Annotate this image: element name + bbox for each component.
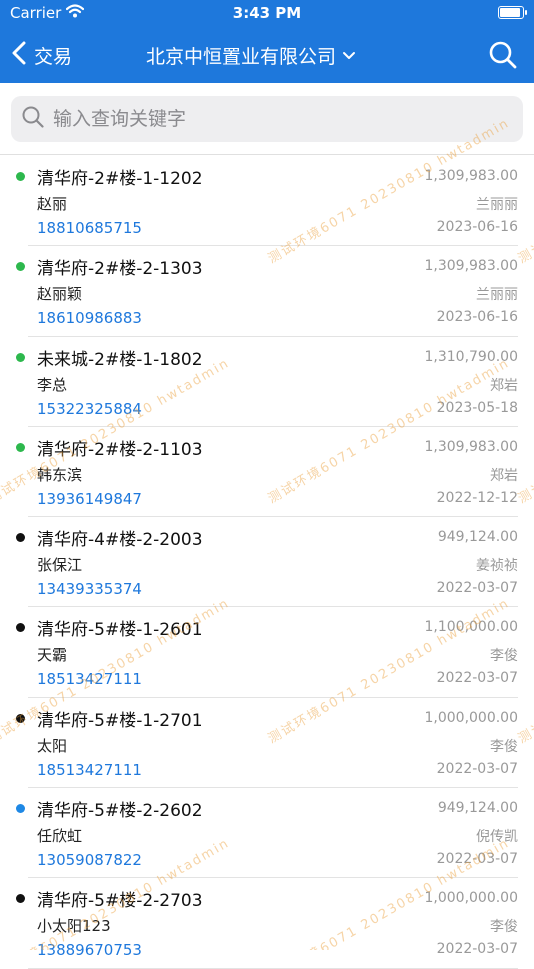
search-area: [0, 83, 534, 155]
price: 1,100,000.00: [424, 619, 518, 636]
phone-link[interactable]: 18513427111: [37, 670, 142, 688]
transaction-date: 2022-03-07: [436, 851, 518, 868]
customer-name: 李总: [37, 375, 68, 394]
transaction-row[interactable]: 清华府-5#楼-2-2602 949,124.00 任欣虹 倪传凯 1305908782…: [0, 788, 534, 879]
unit-name: 清华府-4#楼-2-2003: [37, 530, 203, 551]
search-icon: [21, 105, 45, 133]
status-dot: [16, 442, 25, 452]
phone-link[interactable]: 13439335374: [37, 580, 142, 598]
transaction-list: 清华府-2#楼-1-1202 1,309,983.00 赵丽 兰丽丽 188106857…: [0, 156, 534, 969]
status-dot: [16, 352, 25, 362]
price: 1,309,983.00: [424, 438, 518, 455]
transaction-row[interactable]: 清华府-4#楼-2-2003 949,124.00 张保江 姜祯祯 1343933537…: [0, 517, 534, 608]
agent-name: 兰丽丽: [476, 197, 518, 213]
unit-name: 未来城-2#楼-1-1802: [37, 349, 203, 370]
status-bar: Carrier 3:43 PM: [0, 0, 534, 28]
status-dot: [16, 623, 25, 633]
status-dot: [16, 172, 25, 181]
price: 949,124.00: [437, 800, 518, 817]
chevron-left-icon: [12, 41, 26, 69]
agent-name: 李俊: [490, 648, 518, 665]
transaction-row[interactable]: 清华府-5#楼-1-2601 1,100,000.00 天霸 李俊 1851342711…: [0, 607, 534, 698]
transaction-date: 2022-03-07: [436, 760, 518, 777]
price: 1,309,983.00: [424, 258, 518, 275]
navigation-bar: 交易 北京中恒置业有限公司: [0, 28, 534, 83]
company-name: 北京中恒置业有限公司: [146, 46, 337, 68]
transaction-row[interactable]: 未来城-2#楼-1-1802 1,310,790.00 李总 郑岩 1532232588…: [0, 337, 534, 427]
agent-name: 李俊: [490, 919, 518, 936]
customer-name: 张保江: [37, 556, 83, 575]
agent-name: 倪传凯: [476, 829, 518, 846]
phone-link[interactable]: 15322325884: [37, 400, 142, 418]
unit-name: 清华府-5#楼-2-2602: [37, 801, 203, 822]
agent-name: 郑岩: [490, 377, 518, 394]
transaction-date: 2022-12-12: [436, 489, 518, 506]
customer-name: 韩东滨: [37, 465, 83, 484]
agent-name: 郑岩: [490, 467, 518, 484]
customer-name: 小太阳123: [37, 917, 111, 936]
price: 949,124.00: [437, 529, 518, 546]
customer-name: 赵丽: [37, 195, 68, 213]
price: 1,000,000.00: [424, 709, 518, 726]
search-box[interactable]: [11, 96, 523, 142]
back-button[interactable]: 交易: [12, 38, 72, 72]
agent-name: 李俊: [490, 738, 518, 755]
transaction-date: 2023-06-16: [436, 219, 518, 235]
agent-name: 兰丽丽: [476, 287, 518, 304]
price: 1,309,983.00: [424, 168, 518, 184]
transaction-date: 2022-03-07: [436, 580, 518, 597]
price: 1,000,000.00: [424, 890, 518, 907]
search-input[interactable]: [53, 108, 493, 130]
unit-name: 清华府-2#楼-1-1202: [37, 169, 203, 189]
customer-name: 天霸: [37, 646, 68, 665]
unit-name: 清华府-5#楼-2-2703: [37, 891, 203, 912]
transaction-row[interactable]: 清华府-2#楼-1-1202 1,309,983.00 赵丽 兰丽丽 188106857…: [0, 156, 534, 247]
transaction-date: 2022-03-07: [436, 670, 518, 687]
status-dot: [16, 262, 25, 272]
unit-name: 清华府-5#楼-1-2701: [37, 710, 203, 731]
transaction-row[interactable]: 清华府-2#楼-2-1103 1,309,983.00 韩东滨 郑岩 139361498…: [0, 427, 534, 518]
phone-link[interactable]: 18810685715: [37, 219, 142, 237]
transaction-date: 2023-06-16: [436, 309, 518, 326]
battery-icon: [498, 6, 527, 19]
search-icon: [488, 41, 518, 74]
phone-link[interactable]: 13059087822: [37, 851, 142, 869]
search-button[interactable]: [488, 40, 518, 74]
phone-link[interactable]: 13889670753: [37, 941, 142, 959]
transaction-date: 2023-05-18: [436, 399, 518, 416]
unit-name: 清华府-5#楼-1-2601: [37, 620, 203, 641]
chevron-down-icon: [342, 46, 356, 65]
status-dot: [16, 533, 25, 543]
customer-name: 太阳: [37, 736, 68, 755]
agent-name: 姜祯祯: [476, 558, 518, 575]
company-selector[interactable]: 北京中恒置业有限公司: [146, 42, 356, 69]
transaction-row[interactable]: 清华府-5#楼-2-2703 1,000,000.00 小太阳123 李俊 138896…: [0, 878, 534, 969]
customer-name: 任欣虹: [37, 827, 83, 846]
transaction-date: 2022-03-07: [436, 941, 518, 958]
transaction-row[interactable]: 清华府-2#楼-2-1303 1,309,983.00 赵丽颖 兰丽丽 18610986…: [0, 246, 534, 337]
clock: 3:43 PM: [232, 4, 302, 22]
unit-name: 清华府-2#楼-2-1303: [37, 259, 203, 280]
status-dot: [16, 894, 25, 904]
phone-link[interactable]: 13936149847: [37, 490, 142, 508]
phone-link[interactable]: 18610986883: [37, 309, 142, 327]
customer-name: 赵丽颖: [37, 285, 83, 304]
price: 1,310,790.00: [424, 348, 518, 365]
status-dot: [16, 804, 25, 814]
back-label: 交易: [34, 45, 73, 68]
unit-name: 清华府-2#楼-2-1103: [37, 439, 203, 460]
transaction-row[interactable]: 清华府-5#楼-1-2701 1,000,000.00 太阳 李俊 1851342711…: [0, 698, 534, 789]
phone-link[interactable]: 18513427111: [37, 761, 142, 779]
status-dot: [16, 713, 25, 723]
